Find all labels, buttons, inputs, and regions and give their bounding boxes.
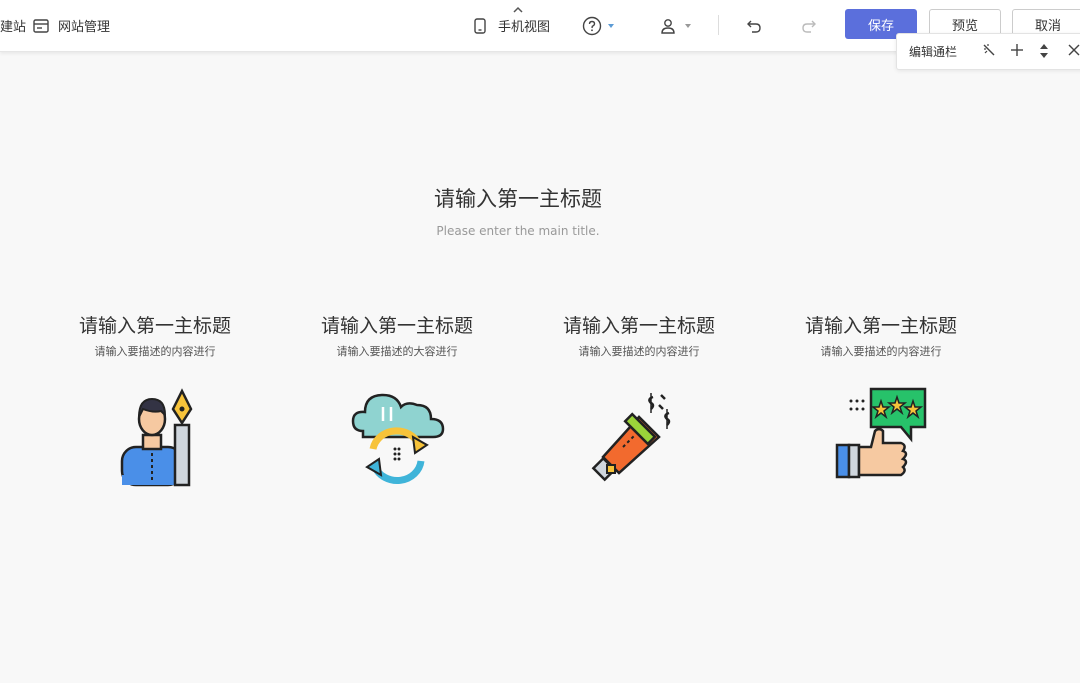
feature-desc: 请输入要描述的大容进行 [336,345,458,358]
main-subtitle[interactable]: Please enter the main title. [0,224,1036,238]
site-manage-button[interactable]: 网站管理 [33,0,110,51]
thumbs-up-rating-icon [831,387,931,491]
feature-title: 请输入第一主标题 [78,315,231,337]
caret-down-icon [684,23,692,29]
edit-section-toolbar: 编辑通栏 [896,33,1080,70]
help-icon [582,16,602,36]
feature-title: 请输入第一主标题 [804,315,957,337]
build-site-label: 建站 [0,20,27,35]
toolbar-divider [718,15,719,35]
build-site-link[interactable]: 建站 [0,0,26,51]
cloud-sync-icon [347,387,447,491]
undo-icon [746,19,762,33]
feature-card[interactable]: 请输入第一主标题 请输入要描述的大容进行 [297,313,497,488]
move-up-down-icon[interactable] [1038,42,1050,63]
feature-desc: 请输入要描述的内容进行 [820,345,942,358]
redo-button[interactable] [801,0,817,51]
caret-down-icon [607,23,615,29]
feature-title: 请输入第一主标题 [562,315,715,337]
feature-card[interactable]: 请输入第一主标题 请输入要描述的内容进行 [539,313,739,488]
mobile-view-button[interactable]: 手机视图 [474,0,550,51]
feature-desc: 请输入要描述的内容进行 [94,345,216,358]
feature-desc: 请输入要描述的内容进行 [578,345,700,358]
mobile-phone-icon [474,17,486,34]
redo-icon [801,19,817,33]
close-icon[interactable] [1067,42,1080,61]
magic-wand-icon[interactable] [981,42,997,61]
megaphone-icon [589,387,689,491]
main-title[interactable]: 请输入第一主标题 [0,183,1036,213]
feature-card[interactable]: 请输入第一主标题 请输入要描述的内容进行 [55,313,255,488]
undo-button[interactable] [746,0,762,51]
mobile-view-label: 手机视图 [498,20,551,35]
user-icon [660,18,676,34]
site-manage-label: 网站管理 [58,20,111,35]
feature-title: 请输入第一主标题 [320,315,473,337]
person-pen-icon [105,387,205,491]
feature-card[interactable]: 请输入第一主标题 请输入要描述的内容进行 [781,313,981,488]
help-menu[interactable] [582,0,615,51]
site-manage-icon [33,18,49,33]
user-menu[interactable] [660,0,692,51]
add-icon[interactable] [1009,42,1025,61]
edit-section-label[interactable]: 编辑通栏 [909,43,957,60]
